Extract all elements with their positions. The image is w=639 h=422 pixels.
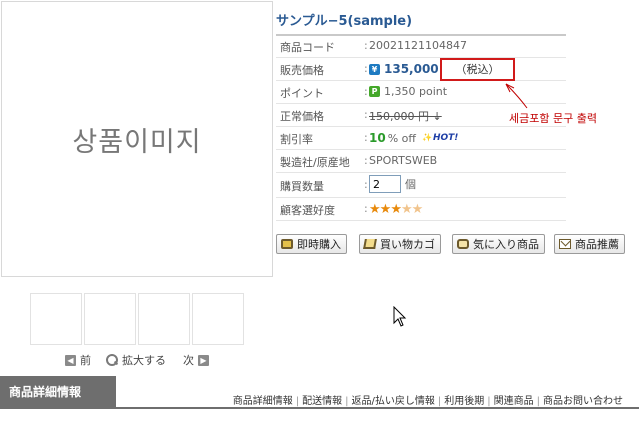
annotation-text: 세금포함 문구 출력 [509,112,597,125]
favorite-button[interactable]: 気に入り商品 [452,234,545,254]
recommend-button[interactable]: 商品推薦 [554,234,625,254]
folder-icon [457,239,469,249]
link-separator: | [487,396,491,407]
section-link[interactable]: 返品/払い戻し情報 [352,396,435,407]
section-link[interactable]: 商品詳細情報 [233,396,293,407]
link-separator: | [536,396,540,407]
section-link[interactable]: 利用後期 [444,396,484,407]
mouse-cursor-icon [393,306,407,327]
section-link[interactable]: 関連商品 [494,396,534,407]
tab-product-detail[interactable]: 商品詳細情報 [0,376,116,408]
box-icon [281,239,293,249]
annotation-arrow [505,83,528,109]
link-separator: | [437,396,442,407]
section-link[interactable]: 配送情報 [302,396,342,407]
buy-now-label: 即時購入 [297,238,341,251]
favorite-label: 気に入り商品 [473,238,539,251]
recommend-label: 商品推薦 [575,238,619,251]
tab-divider [0,407,639,409]
link-separator: | [295,396,300,407]
link-separator: | [345,396,349,407]
mail-icon [559,239,571,249]
section-links: 商品詳細情報 | 配送情報 | 返品/払い戻し情報 | 利用後期 | 関連商品 | 商品お問い合わせ [233,392,623,407]
cart-label: 買い物カゴ [380,238,435,251]
cart-icon [363,239,377,249]
cart-button[interactable]: 買い物カゴ [359,234,441,254]
buy-now-button[interactable]: 即時購入 [276,234,347,254]
section-link[interactable]: 商品お問い合わせ [543,396,623,407]
